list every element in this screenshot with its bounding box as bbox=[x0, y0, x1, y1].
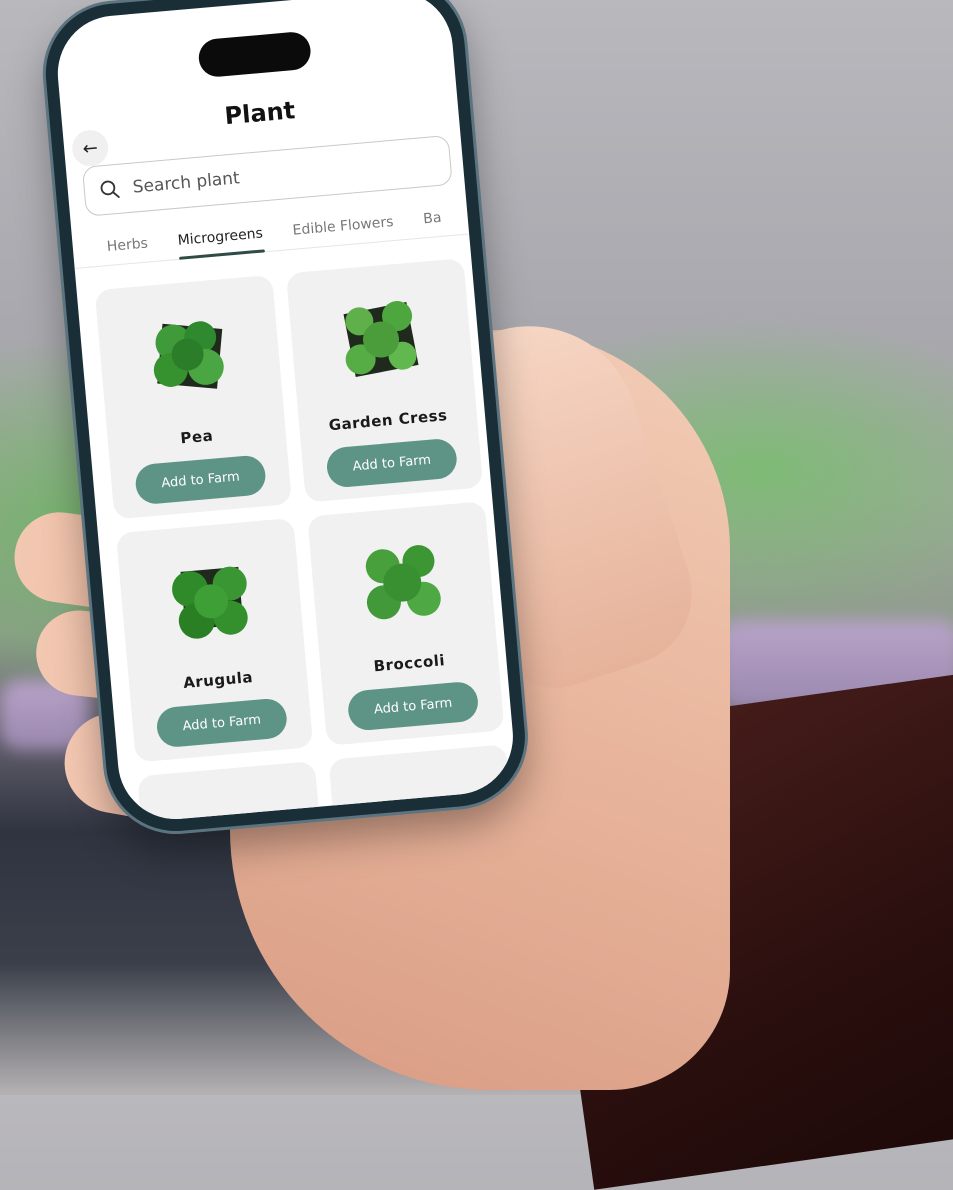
tab-ba[interactable]: Ba bbox=[423, 210, 443, 237]
page-title: Plant bbox=[223, 96, 297, 131]
add-to-farm-button[interactable]: Add to Farm bbox=[155, 697, 289, 749]
arugula-image bbox=[172, 566, 248, 639]
phone: ← Plant Herbs Microgreens Edible Flowers… bbox=[40, 0, 531, 837]
pea-image bbox=[153, 321, 224, 389]
add-to-farm-button[interactable]: Add to Farm bbox=[134, 454, 268, 506]
search-input[interactable] bbox=[129, 157, 355, 199]
plant-card[interactable]: Arugula Add to Farm bbox=[115, 517, 314, 763]
dynamic-island bbox=[197, 30, 313, 79]
broccoli-image bbox=[365, 545, 441, 620]
tab-microgreens[interactable]: Microgreens bbox=[177, 225, 264, 258]
plant-card[interactable]: Pea Add to Farm bbox=[94, 274, 293, 520]
plant-name: Garden Cress bbox=[327, 406, 449, 435]
search-icon bbox=[100, 180, 120, 199]
tab-herbs[interactable]: Herbs bbox=[106, 236, 149, 265]
plant-grid: Pea Add to Farm Garden Cress Add to Farm bbox=[94, 258, 514, 824]
garden-cress-image bbox=[343, 301, 419, 378]
add-to-farm-button[interactable]: Add to Farm bbox=[325, 437, 459, 489]
plant-name: Pea bbox=[179, 426, 214, 448]
add-to-farm-button[interactable]: Add to Farm bbox=[346, 680, 480, 732]
plant-name: Broccoli bbox=[372, 651, 446, 676]
phone-screen: ← Plant Herbs Microgreens Edible Flowers… bbox=[53, 0, 518, 824]
tab-edible-flowers[interactable]: Edible Flowers bbox=[292, 214, 395, 249]
amaranth-image bbox=[167, 777, 297, 823]
plant-card-partial[interactable] bbox=[137, 760, 323, 824]
plant-card[interactable]: Broccoli Add to Farm bbox=[307, 501, 505, 746]
plant-name: Arugula bbox=[182, 668, 254, 693]
plant-card[interactable]: Garden Cress Add to Farm bbox=[285, 258, 484, 503]
